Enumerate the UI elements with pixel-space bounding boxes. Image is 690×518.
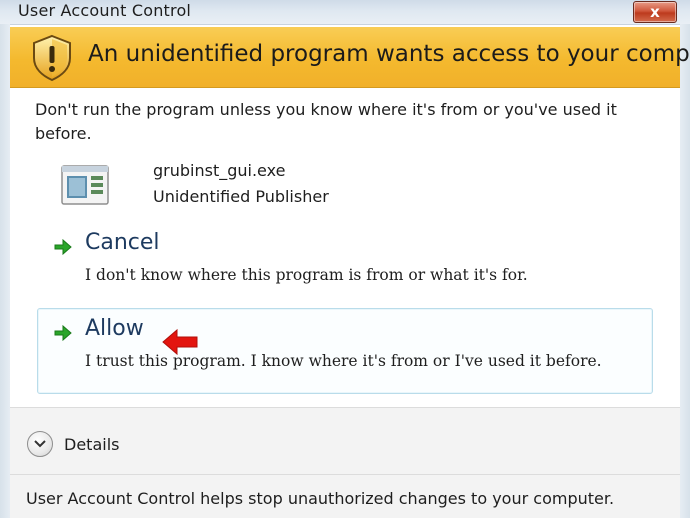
cancel-description: I don't know where this program is from …: [85, 266, 528, 284]
window-title: User Account Control: [18, 1, 192, 20]
banner-heading: An unidentified program wants access to …: [88, 41, 690, 67]
close-icon: x: [650, 2, 660, 21]
warning-banner: An unidentified program wants access to …: [10, 27, 690, 88]
publisher-name: Unidentified Publisher: [153, 187, 329, 206]
warning-message: Don't run the program unless you know wh…: [35, 100, 617, 143]
allow-description: I trust this program. I know where it's …: [85, 352, 602, 370]
chevron-down-icon: [27, 431, 53, 457]
footer-text: User Account Control helps stop unauthor…: [26, 489, 615, 508]
window-frame-left: [0, 24, 10, 518]
cancel-option[interactable]: Cancel I don't know where this program i…: [37, 222, 653, 308]
program-name: grubinst_gui.exe: [153, 161, 286, 180]
footer: User Account Control helps stop unauthor…: [10, 474, 680, 518]
dialog-content: Don't run the program unless you know wh…: [10, 88, 680, 406]
green-arrow-icon: [54, 325, 72, 341]
program-icon: [61, 165, 109, 205]
uac-dialog: User Account Control x An unidentified p…: [0, 0, 690, 518]
title-bar: User Account Control x: [0, 0, 690, 25]
cancel-title: Cancel: [85, 230, 160, 255]
close-button[interactable]: x: [633, 1, 677, 23]
green-arrow-icon: [54, 239, 72, 255]
details-label: Details: [64, 434, 120, 454]
allow-title: Allow: [85, 316, 144, 341]
details-section: Details: [10, 407, 680, 474]
shield-warning-icon: [33, 34, 71, 82]
details-toggle[interactable]: Details: [27, 431, 119, 457]
allow-option[interactable]: Allow I trust this program. I know where…: [37, 308, 653, 394]
window-frame-right: [680, 24, 690, 518]
